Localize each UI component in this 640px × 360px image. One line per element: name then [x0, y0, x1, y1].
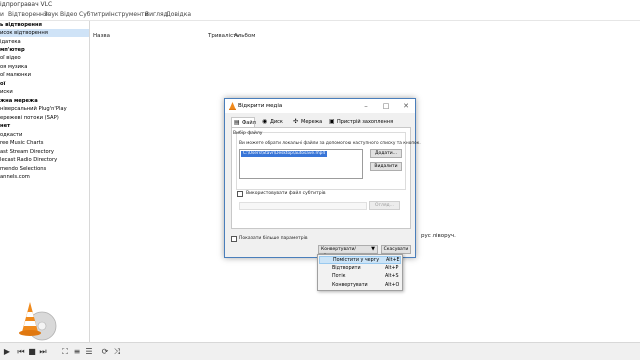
show-more-options-label: Показати більше параметрів [239, 236, 308, 241]
sidebar-item-jamendo[interactable]: mendo Selections [0, 165, 46, 173]
fullscreen-icon[interactable]: ⛶ [60, 347, 70, 357]
next-icon[interactable]: ⏭ [38, 347, 48, 357]
play-icon[interactable]: ▶ [2, 347, 12, 357]
add-file-button[interactable]: Додати... [370, 149, 402, 158]
sidebar-header-playlist: ь відтворення [0, 22, 42, 28]
menu-item-enqueue[interactable]: Помістити у чергу Alt+E [319, 256, 401, 264]
menu-audio[interactable]: Звук [44, 11, 59, 18]
menubar: и Відтворення Звук Відео Субтитри Інстру… [0, 9, 640, 21]
menu-playback[interactable]: Відтворення [8, 11, 48, 18]
menu-video[interactable]: Відео [60, 11, 77, 18]
window-titlebar: ідпрогравач VLC [0, 0, 640, 9]
menu-item-stream-label: Потік [332, 274, 346, 279]
menu-item-play-label: Відтворити [332, 266, 361, 271]
menu-view[interactable]: Вигляд [145, 11, 168, 18]
sidebar-item-shoutcast-radio[interactable]: lecast Radio Directory [0, 156, 57, 164]
sidebar-item-upnp[interactable]: ніверсальний Plug'n'Play [0, 105, 67, 113]
disc-icon: ◉ [262, 118, 268, 125]
player-controls: ▶ ⏮ ■ ⏭ ⛶ ≡ ☰ ⟳ ⤨ [0, 342, 640, 360]
extended-settings-icon[interactable]: ≡ [72, 347, 82, 357]
shuffle-icon[interactable]: ⤨ [112, 347, 122, 357]
subtitle-file-input [239, 202, 367, 210]
menu-item-convert-shortcut: Alt+O [385, 283, 400, 288]
subtitle-checkbox[interactable] [237, 191, 243, 197]
stop-icon[interactable]: ■ [27, 347, 37, 357]
capture-device-icon: ▣ [329, 118, 335, 125]
close-icon[interactable]: ✕ [399, 101, 413, 111]
file-icon: ▤ [234, 119, 240, 126]
menu-item-enqueue-shortcut: Alt+E [386, 258, 400, 263]
column-title[interactable]: Назва [93, 33, 110, 39]
menu-item-play[interactable]: Відтворити Alt+P [319, 265, 401, 273]
sidebar-header-internet: нет [0, 123, 11, 129]
convert-dropdown-menu: Помістити у чергу Alt+E Відтворити Alt+P… [317, 254, 403, 291]
maximize-icon[interactable]: □ [379, 101, 393, 111]
column-album[interactable]: Альбом [234, 33, 255, 39]
album-art-vlc-cone-icon [12, 296, 60, 342]
file-list[interactable]: C:\Users\Stavr\Desktop\autosave.mp4 [239, 149, 363, 179]
sidebar-item-my-videos[interactable]: ої відео [0, 54, 21, 62]
tab-capture-device[interactable]: ▣ Пристрій захоплення [327, 117, 393, 127]
sidebar-item-discs[interactable]: иски [0, 88, 13, 96]
tab-network-label: Мережа [301, 119, 323, 125]
sidebar-item-media-library[interactable]: ідатека [0, 38, 21, 46]
menu-item-play-shortcut: Alt+P [385, 266, 399, 271]
menu-subtitles[interactable]: Субтитри [79, 11, 109, 18]
sidebar-item-podcasts[interactable]: одкасти [0, 131, 22, 139]
menu-tools[interactable]: Інструменти [109, 11, 148, 18]
cancel-button[interactable]: Скасувати [381, 245, 411, 254]
vlc-cone-icon [229, 102, 236, 110]
playlist-toggle-icon[interactable]: ☰ [84, 347, 94, 357]
loop-icon[interactable]: ⟳ [100, 347, 110, 357]
sidebar-item-icecast-stream[interactable]: ast Stream Directory [0, 148, 54, 156]
remove-file-button[interactable]: Видалити [370, 162, 402, 171]
menu-item-stream[interactable]: Потік Alt+S [319, 273, 401, 281]
playlist-empty-hint: рус ліворуч. [421, 233, 456, 239]
subtitle-checkbox-label: Використовувати файл субтитрів [246, 191, 326, 196]
menu-media[interactable]: и [0, 11, 4, 18]
menu-item-stream-shortcut: Alt+S [385, 274, 399, 279]
file-group-title: Вибір файлу [233, 131, 263, 136]
menu-item-enqueue-label: Помістити у чергу [333, 258, 380, 263]
previous-icon[interactable]: ⏮ [16, 347, 26, 357]
show-more-options-checkbox[interactable] [231, 236, 237, 242]
chevron-down-icon[interactable]: ▼ [371, 246, 375, 253]
sidebar: ь відтворення исок відтворення ідатека м… [0, 21, 90, 342]
minimize-icon[interactable]: – [359, 101, 373, 111]
sidebar-item-free-music-charts[interactable]: ree Music Charts [0, 139, 43, 147]
sidebar-item-my-pictures[interactable]: ої малюнки [0, 71, 31, 79]
tab-disc-label: Диск [270, 119, 283, 125]
file-list-item[interactable]: C:\Users\Stavr\Desktop\autosave.mp4 [241, 151, 328, 157]
sidebar-item-my-music[interactable]: оя музика [0, 63, 27, 71]
sidebar-item-sap[interactable]: ережеві потоки (SAP) [0, 114, 59, 122]
tab-disc[interactable]: ◉ Диск [260, 117, 286, 127]
tab-file-label: Файл [242, 120, 256, 126]
sidebar-header-computer: мп'ютер [0, 47, 25, 53]
convert-save-button[interactable]: Конвертувати/зберегти ▼ [318, 245, 378, 259]
sidebar-item-channels-com[interactable]: annels.com [0, 173, 30, 181]
menu-item-convert[interactable]: Конвертувати Alt+O [319, 282, 401, 290]
tab-network[interactable]: ✣ Мережа [291, 117, 329, 127]
tab-capture-device-label: Пристрій захоплення [337, 119, 394, 125]
menu-help[interactable]: Довідка [166, 11, 191, 18]
tab-file[interactable]: ▤ Файл [231, 117, 256, 127]
dialog-titlebar: Відкрити медіа – □ ✕ [225, 99, 415, 113]
menu-item-convert-label: Конвертувати [332, 283, 368, 288]
sidebar-header-devices: ої [0, 81, 6, 87]
sidebar-header-local-network: жна мережа [0, 98, 38, 104]
browse-subtitle-button[interactable]: Огляд... [369, 201, 400, 210]
open-media-dialog: Відкрити медіа – □ ✕ ▤ Файл ◉ Диск ✣ Мер… [224, 98, 421, 259]
file-info-text: Ви можете обрати локальні файли за допом… [239, 141, 421, 146]
network-icon: ✣ [293, 118, 299, 125]
window-title: ідпрогравач VLC [0, 1, 53, 8]
dialog-title: Відкрити медіа [238, 103, 283, 109]
sidebar-item-playlist[interactable]: исок відтворення [0, 29, 89, 37]
